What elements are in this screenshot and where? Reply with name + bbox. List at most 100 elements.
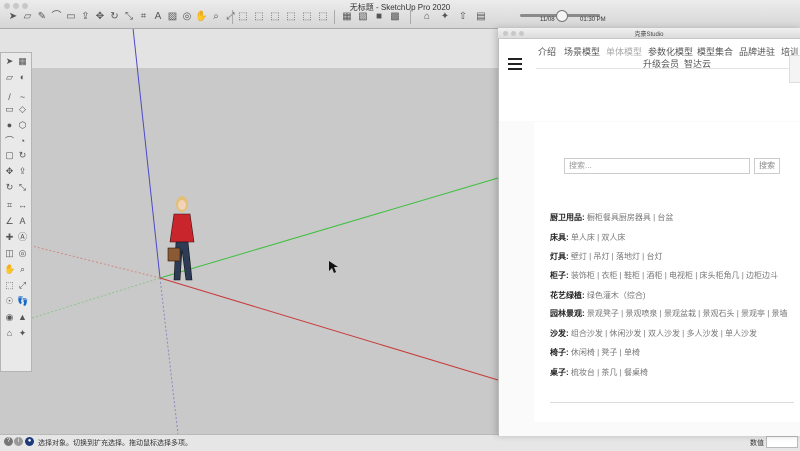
category-items[interactable]: 装饰柜 | 衣柜 | 鞋柜 | 酒柜 | 电视柜 | 床头柜角几 | 边柜边斗 [571, 271, 778, 280]
freehand-tool-icon[interactable]: ~ [17, 92, 28, 103]
scale-icon[interactable]: ⤡ [122, 10, 136, 24]
textured-icon[interactable]: ▩ [388, 10, 402, 24]
window-zoom-button[interactable] [22, 3, 28, 9]
paint-tool-icon[interactable]: ◐ [17, 72, 28, 83]
zoom-icon[interactable]: ⌕ [209, 10, 223, 24]
rectangle-tool-icon[interactable]: ▭ [4, 104, 15, 115]
rotate-tool-icon[interactable]: ↻ [4, 182, 15, 193]
left-view-icon[interactable]: ⬚ [316, 10, 330, 24]
pencil-icon[interactable]: ✎ [35, 10, 49, 24]
front-view-icon[interactable]: ⬚ [268, 10, 282, 24]
warehouse-tool-icon[interactable]: ⌂ [4, 328, 15, 339]
measurements-input[interactable] [766, 436, 798, 448]
search-button[interactable]: 搜索 [754, 158, 780, 174]
look-around-tool-icon[interactable]: ◉ [4, 312, 15, 323]
rotate-icon[interactable]: ↻ [108, 10, 122, 24]
nav-divider [536, 68, 798, 69]
share-icon[interactable]: ⇧ [456, 10, 470, 24]
hidden-line-icon[interactable]: ▧ [356, 10, 370, 24]
iso-view-icon[interactable]: ⬚ [236, 10, 250, 24]
category-items[interactable]: 绿色灌木（综合) [587, 291, 646, 300]
arc-tool-icon[interactable]: ⌒ [4, 136, 15, 147]
text-tool-icon[interactable]: A [17, 216, 28, 227]
category-row: 床具: 单人床 | 双人床 [550, 232, 625, 243]
side-dropdown[interactable] [789, 55, 800, 83]
window-close-button[interactable] [4, 3, 10, 9]
select-icon[interactable]: ➤ [6, 10, 20, 24]
scale-tool-icon[interactable]: ⤡ [17, 182, 28, 193]
nav-brand-entry[interactable]: 品牌进驻 [739, 45, 775, 58]
arc-icon[interactable]: ⌒ [50, 10, 64, 24]
category-name: 花艺绿植: [550, 291, 585, 300]
3d-text-tool-icon[interactable]: Ⓐ [17, 232, 28, 243]
component-tool-icon[interactable]: ▦ [17, 56, 28, 67]
walk-tool-icon[interactable]: 👣 [17, 296, 28, 307]
toolbar-separator [410, 10, 411, 24]
wireframe-icon[interactable]: ▦ [340, 10, 354, 24]
category-items[interactable]: 景观凳子 | 景观喷泉 | 景观盆栽 | 景观石头 | 景观亭 | 景墙 [587, 309, 788, 318]
time-start-label: 11/08 [540, 17, 555, 23]
tape-tool-icon[interactable]: ⌗ [4, 200, 15, 211]
geo-location-icon[interactable]: ● [25, 437, 34, 446]
window-minimize-button[interactable] [13, 3, 19, 9]
rotated-rect-tool-icon[interactable]: ◇ [17, 104, 28, 115]
category-items[interactable]: 组合沙发 | 休闲沙发 | 双人沙发 | 多人沙发 | 单人沙发 [571, 329, 757, 338]
shaded-icon[interactable]: ■ [372, 10, 386, 24]
circle-tool-icon[interactable]: ● [4, 120, 15, 131]
move-icon[interactable]: ✥ [93, 10, 107, 24]
layout-icon[interactable]: ▤ [474, 10, 488, 24]
rectangle-icon[interactable]: ▭ [64, 10, 78, 24]
move-tool-icon[interactable]: ✥ [4, 166, 15, 177]
category-items[interactable]: 单人床 | 双人床 [571, 233, 626, 242]
pan-icon[interactable]: ✋ [195, 10, 209, 24]
back-view-icon[interactable]: ⬚ [300, 10, 314, 24]
follow-me-tool-icon[interactable]: ↻ [17, 150, 28, 161]
zoom-tool-icon[interactable]: ⌕ [17, 264, 28, 275]
category-items[interactable]: 梳妆台 | 茶几 | 餐桌椅 [571, 368, 648, 377]
zoom-extents-tool-icon[interactable]: ⤢ [17, 280, 28, 291]
eraser-tool-icon[interactable]: ▱ [4, 72, 15, 83]
info-icon[interactable]: i [14, 437, 23, 446]
polygon-tool-icon[interactable]: ⬡ [17, 120, 28, 131]
sandbox-tool-icon[interactable]: ▲ [17, 312, 28, 323]
text-icon[interactable]: A [151, 10, 165, 24]
protractor-tool-icon[interactable]: ∠ [4, 216, 15, 227]
pie-tool-icon[interactable]: ◔ [17, 136, 28, 147]
top-view-icon[interactable]: ⬚ [252, 10, 266, 24]
category-items[interactable]: 橱柜餐具厨房器具 | 台盆 [587, 213, 674, 222]
eraser-icon[interactable]: ▱ [21, 10, 35, 24]
push-pull-icon[interactable]: ⇪ [79, 10, 93, 24]
position-camera-tool-icon[interactable]: ☉ [4, 296, 15, 307]
category-name: 园林景观: [550, 309, 585, 318]
category-items[interactable]: 壁灯 | 吊灯 | 落地灯 | 台灯 [571, 252, 663, 261]
zoom-window-tool-icon[interactable]: ⬚ [4, 280, 15, 291]
section-tool-icon[interactable]: ◫ [4, 248, 15, 259]
axes-tool-icon[interactable]: ✚ [4, 232, 15, 243]
help-icon[interactable]: ? [4, 437, 13, 446]
nav-single-models[interactable]: 单体模型 [606, 45, 642, 58]
right-view-icon[interactable]: ⬚ [284, 10, 298, 24]
offset-tool-icon[interactable]: ▢ [4, 150, 15, 161]
category-items[interactable]: 休闲椅 | 凳子 | 单椅 [571, 348, 640, 357]
nav-intro[interactable]: 介绍 [538, 45, 556, 58]
extension-tool-icon[interactable]: ✦ [17, 328, 28, 339]
category-name: 沙发: [550, 329, 569, 338]
line-tool-icon[interactable]: / [4, 92, 15, 103]
warehouse-icon[interactable]: ⌂ [420, 10, 434, 24]
orbit-tool-icon[interactable]: ◎ [17, 248, 28, 259]
pan-tool-icon[interactable]: ✋ [4, 264, 15, 275]
nav-scene-models[interactable]: 场景模型 [564, 45, 600, 58]
menu-icon[interactable] [508, 58, 522, 70]
orbit-icon[interactable]: ◎ [180, 10, 194, 24]
scene-timeline-knob[interactable] [556, 10, 568, 22]
push-pull-tool-icon[interactable]: ⇪ [17, 166, 28, 177]
extension-icon[interactable]: ✦ [438, 10, 452, 24]
search-input[interactable]: 搜索... [564, 158, 750, 174]
panel-title: 克豪Studio [634, 32, 664, 38]
paint-icon[interactable]: ▨ [166, 10, 180, 24]
category-name: 柜子: [550, 271, 569, 280]
dimension-tool-icon[interactable]: ↔ [17, 200, 28, 211]
select-tool-icon[interactable]: ➤ [4, 56, 15, 67]
status-message: 选择对象。切换到扩充选择。拖动鼠标选择多项。 [38, 440, 192, 447]
tape-icon[interactable]: ⌗ [137, 10, 151, 24]
